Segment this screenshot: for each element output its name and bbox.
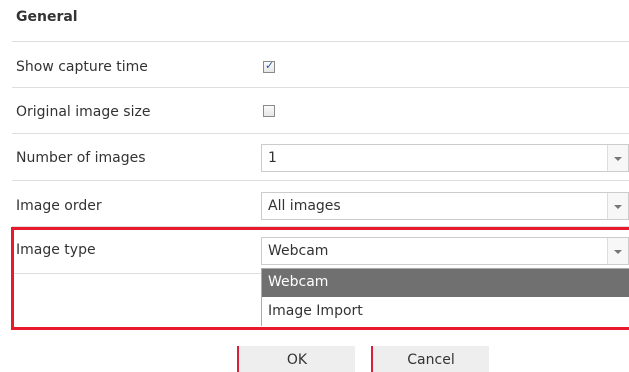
image-order-select[interactable]: All images	[261, 192, 629, 220]
divider	[12, 180, 629, 181]
number-of-images-label: Number of images	[16, 150, 146, 166]
show-capture-time-checkbox[interactable]: ✓	[263, 59, 275, 73]
divider	[12, 133, 629, 134]
divider	[12, 41, 629, 42]
show-capture-time-label: Show capture time	[16, 59, 148, 75]
number-of-images-value: 1	[268, 150, 277, 166]
original-image-size-label: Original image size	[16, 104, 151, 120]
highlight-box	[11, 227, 629, 330]
number-of-images-select[interactable]: 1	[261, 144, 629, 172]
chevron-down-icon	[614, 205, 622, 209]
cancel-button[interactable]: Cancel	[371, 346, 489, 372]
image-order-label: Image order	[16, 198, 102, 214]
cancel-label: Cancel	[407, 352, 455, 368]
chevron-down-icon	[614, 157, 622, 161]
dropdown-toggle[interactable]	[607, 145, 628, 171]
original-image-size-checkbox[interactable]	[263, 105, 275, 117]
image-order-value: All images	[268, 198, 341, 214]
divider	[12, 87, 629, 88]
section-title: General	[16, 9, 78, 25]
ok-label: OK	[286, 352, 308, 368]
ok-button[interactable]: OK	[237, 346, 355, 372]
dropdown-toggle[interactable]	[607, 193, 628, 219]
checkmark-icon: ✓	[265, 59, 275, 72]
